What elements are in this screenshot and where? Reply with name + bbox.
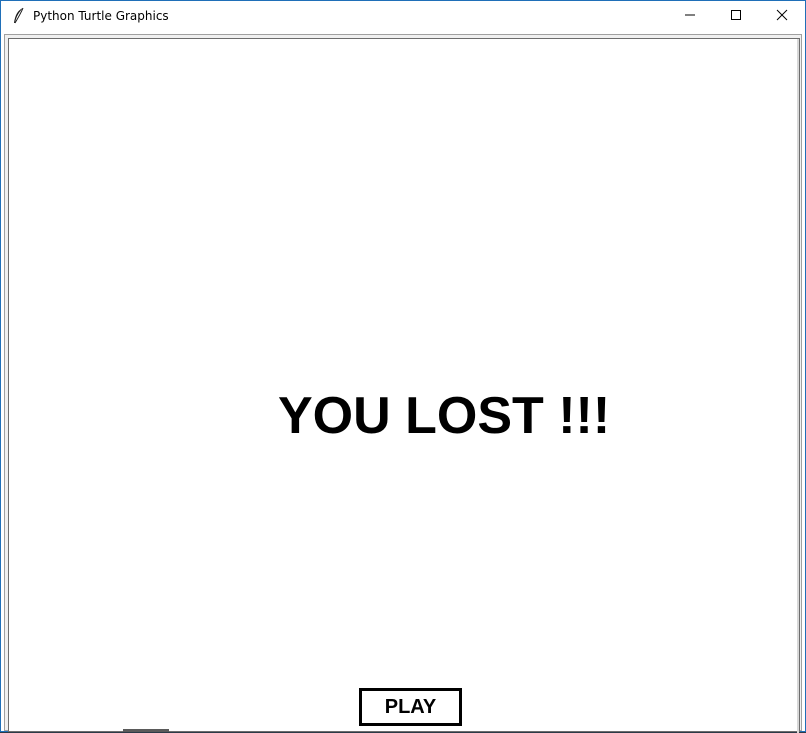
canvas-edge [797, 39, 799, 733]
client-area: YOU LOST !!! PLAY [4, 34, 802, 733]
game-over-message: YOU LOST !!! [278, 387, 611, 445]
play-button-label: PLAY [384, 695, 437, 718]
close-button[interactable] [759, 1, 805, 32]
title-bar[interactable]: Python Turtle Graphics [1, 1, 805, 32]
feather-icon [11, 7, 27, 25]
minimize-icon [684, 8, 696, 26]
minimize-button[interactable] [667, 1, 713, 32]
play-button[interactable]: PLAY [359, 688, 462, 726]
close-icon [776, 8, 788, 26]
maximize-icon [730, 8, 742, 26]
window-title: Python Turtle Graphics [33, 9, 169, 23]
turtle-graphics-window: Python Turtle Graphics YOU LOST !!! PLAY [0, 0, 806, 733]
turtle-canvas[interactable]: YOU LOST !!! PLAY [8, 38, 800, 733]
maximize-button[interactable] [713, 1, 759, 32]
